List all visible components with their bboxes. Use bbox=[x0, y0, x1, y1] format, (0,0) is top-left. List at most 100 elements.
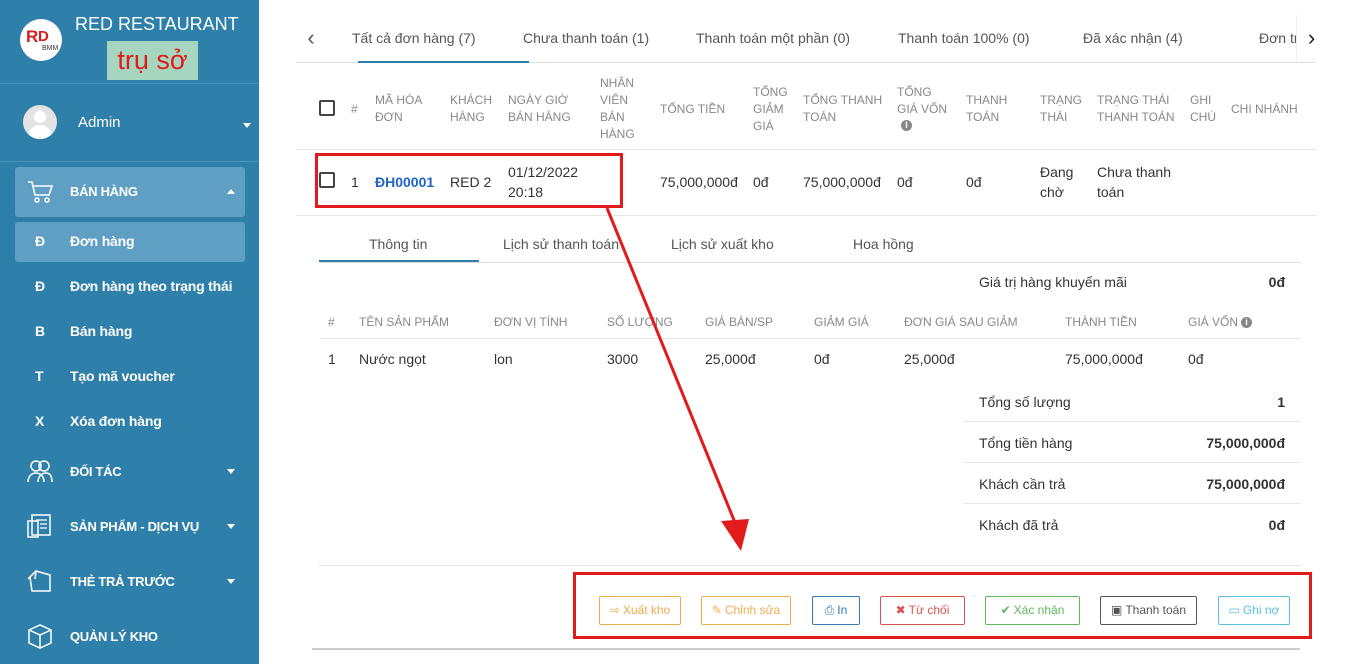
col-staff: NHÂN VIÊN BÁN HÀNG bbox=[600, 76, 635, 141]
sidebar-item-label: Đơn hàng theo trạng thái bbox=[70, 278, 233, 294]
sidebar-item-xoa-don-hang[interactable]: X Xóa đơn hàng bbox=[0, 402, 259, 442]
status-tabs: ‹ Tất cả đơn hàng (7) Chưa thanh toán (1… bbox=[296, 15, 1316, 63]
item-col-discount: GIẢM GIÁ bbox=[814, 315, 869, 329]
col-date: NGÀY GIỜ BÁN HÀNG bbox=[508, 93, 571, 124]
detail-active-tab-underline bbox=[319, 260, 479, 262]
col-note: GHI CHÚ bbox=[1190, 93, 1216, 124]
summary-label: Tổng tiền hàng bbox=[979, 435, 1073, 451]
row-paid: 0đ bbox=[966, 174, 982, 190]
item-col-qty: SỐ LƯỢNG bbox=[607, 315, 673, 329]
tab-don-tra[interactable]: Đơn trả bbox=[1259, 30, 1296, 46]
chevron-down-icon bbox=[227, 579, 235, 584]
row-cost: 0đ bbox=[897, 174, 913, 190]
sidebar-item-ban-hang[interactable]: B Bán hàng bbox=[0, 312, 259, 352]
sidebar-item-don-hang[interactable]: Đ Đơn hàng bbox=[0, 222, 259, 262]
sidebar-section-quan-ly-kho[interactable]: QUẢN LÝ KHO bbox=[0, 617, 259, 657]
sidebar-section-doi-tac[interactable]: ĐỐI TÁC bbox=[0, 452, 259, 492]
sidebar: R D BMM RED RESTAURANT trụ sở Admin BÁN … bbox=[0, 0, 259, 664]
avatar bbox=[23, 105, 57, 139]
item-name: Nước ngọt bbox=[359, 351, 426, 367]
item-cost: 0đ bbox=[1188, 351, 1204, 367]
col-pay-status: TRẠNG THÁI THANH TOÁN bbox=[1097, 93, 1175, 124]
item-col-num: # bbox=[328, 315, 335, 329]
sidebar-item-label: Tạo mã voucher bbox=[70, 368, 175, 384]
warehouse-box-icon bbox=[28, 624, 52, 649]
sidebar-item-label: Bán hàng bbox=[70, 323, 133, 339]
tab-da-xac-nhan[interactable]: Đã xác nhận (4) bbox=[1083, 30, 1183, 46]
sidebar-section-label: SẢN PHẨM - DỊCH VỤ bbox=[70, 519, 199, 534]
promo-label: Giá trị hàng khuyến mãi bbox=[979, 274, 1127, 290]
items-table-header: # TÊN SẢN PHẨM ĐƠN VỊ TÍNH SỐ LƯỢNG GIÁ … bbox=[320, 307, 1300, 339]
chevron-down-icon bbox=[227, 524, 235, 529]
sidebar-item-label: Xóa đơn hàng bbox=[70, 413, 162, 429]
sidebar-section-label: QUẢN LÝ KHO bbox=[70, 629, 158, 644]
tab-lich-su-xuat-kho[interactable]: Lịch sử xuất kho bbox=[671, 236, 774, 252]
sidebar-item-letter: X bbox=[35, 413, 45, 429]
sidebar-item-don-hang-theo-trang-thai[interactable]: Đ Đơn hàng theo trạng thái bbox=[0, 267, 259, 307]
item-col-amount: THÀNH TIỀN bbox=[1065, 315, 1137, 329]
tab-thanh-toan-mot-phan[interactable]: Thanh toán một phần (0) bbox=[696, 30, 850, 46]
tab-lich-su-thanh-toan[interactable]: Lịch sử thanh toán bbox=[503, 236, 619, 252]
restaurant-logo[interactable]: R D BMM bbox=[20, 19, 62, 61]
item-col-price: GIÁ BÁN/SP bbox=[705, 315, 774, 329]
col-payment: TỔNG THANH TOÁN bbox=[803, 93, 883, 124]
select-all-checkbox[interactable] bbox=[319, 100, 335, 116]
tab-tat-ca-don-hang[interactable]: Tất cả đơn hàng (7) bbox=[352, 30, 476, 46]
tabs-next-chevron-right-icon[interactable]: › bbox=[1296, 15, 1326, 63]
tab-thong-tin[interactable]: Thông tin bbox=[369, 236, 427, 252]
table-row[interactable]: 1 ĐH00001 RED 2 01/12/2022 20:18 75,000,0… bbox=[296, 151, 1316, 216]
products-icon bbox=[27, 514, 51, 538]
col-discount: TỔNG GIẢM GIÁ bbox=[753, 85, 788, 133]
logo-subtext: BMM bbox=[42, 45, 59, 52]
sidebar-item-letter: B bbox=[35, 323, 46, 339]
col-num: # bbox=[351, 102, 358, 116]
sidebar-item-letter: Đ bbox=[35, 233, 46, 249]
summary-total-goods: Tổng tiền hàng 75,000,000đ bbox=[964, 422, 1300, 463]
user-panel[interactable]: Admin bbox=[0, 84, 259, 162]
summary-value: 1 bbox=[1277, 394, 1285, 410]
item-unit: lon bbox=[494, 351, 513, 367]
sidebar-item-letter: Đ bbox=[35, 278, 46, 294]
col-status: TRẠNG THÁI bbox=[1040, 93, 1082, 124]
tab-chua-thanh-toan[interactable]: Chưa thanh toán (1) bbox=[523, 30, 649, 46]
chevron-up-icon bbox=[227, 189, 235, 194]
sidebar-item-tao-ma-voucher[interactable]: T Tạo mã voucher bbox=[0, 357, 259, 397]
summary-customer-due: Khách cần trả 75,000,000đ bbox=[964, 463, 1300, 504]
tabs-prev-chevron-left-icon[interactable]: ‹ bbox=[296, 15, 326, 63]
tab-hoa-hong[interactable]: Hoa hồng bbox=[853, 236, 914, 252]
summary-value: 75,000,000đ bbox=[1206, 476, 1285, 492]
logo-letter-d: D bbox=[38, 28, 49, 45]
section-divider bbox=[319, 565, 1301, 566]
summary-label: Tổng số lượng bbox=[979, 394, 1071, 410]
summary-label: Khách cần trả bbox=[979, 476, 1066, 492]
sidebar-section-label: BÁN HÀNG bbox=[70, 184, 138, 199]
active-tab-underline bbox=[358, 61, 529, 63]
summary-total-qty: Tổng số lượng 1 bbox=[964, 381, 1300, 422]
sidebar-item-letter: T bbox=[35, 368, 44, 384]
cart-icon bbox=[28, 181, 54, 203]
highlight-box-order-row bbox=[315, 153, 623, 208]
sidebar-section-san-pham-dich-vu[interactable]: SẢN PHẨM - DỊCH VỤ bbox=[0, 507, 259, 547]
sidebar-section-label: THẺ TRẢ TRƯỚC bbox=[70, 574, 175, 589]
summary-value: 75,000,000đ bbox=[1206, 435, 1285, 451]
app-root: R D BMM RED RESTAURANT trụ sở Admin BÁN … bbox=[0, 0, 1348, 664]
item-col-net-price: ĐƠN GIÁ SAU GIẢM bbox=[904, 315, 1018, 329]
item-col-cost: GIÁ VỐN bbox=[1188, 315, 1239, 329]
col-total: TỔNG TIỀN bbox=[660, 102, 726, 116]
item-net-price: 25,000đ bbox=[904, 351, 955, 367]
summary-customer-paid: Khách đã trả 0đ bbox=[964, 504, 1300, 545]
sidebar-section-the-tra-truoc[interactable]: THẺ TRẢ TRƯỚC bbox=[0, 562, 259, 602]
brand-name: RED RESTAURANT bbox=[75, 14, 239, 34]
item-num: 1 bbox=[328, 351, 336, 367]
col-cost: TỔNG GIÁ VỐN i bbox=[897, 85, 948, 131]
info-icon[interactable]: i bbox=[1241, 317, 1252, 328]
user-name: Admin bbox=[78, 114, 121, 131]
detail-tabs: Thông tin Lịch sử thanh toán Lịch sử xuấ… bbox=[319, 226, 1301, 263]
brand-header: R D BMM RED RESTAURANT trụ sở bbox=[0, 0, 259, 84]
row-status: Đang chờ bbox=[1040, 164, 1074, 200]
sidebar-section-ban-hang[interactable]: BÁN HÀNG bbox=[0, 172, 259, 212]
row-pay-status: Chưa thanh toán bbox=[1097, 164, 1171, 200]
tab-thanh-toan-100[interactable]: Thanh toán 100% (0) bbox=[898, 30, 1030, 46]
logo-letter-r: R bbox=[26, 27, 39, 46]
info-icon[interactable]: i bbox=[901, 120, 912, 131]
